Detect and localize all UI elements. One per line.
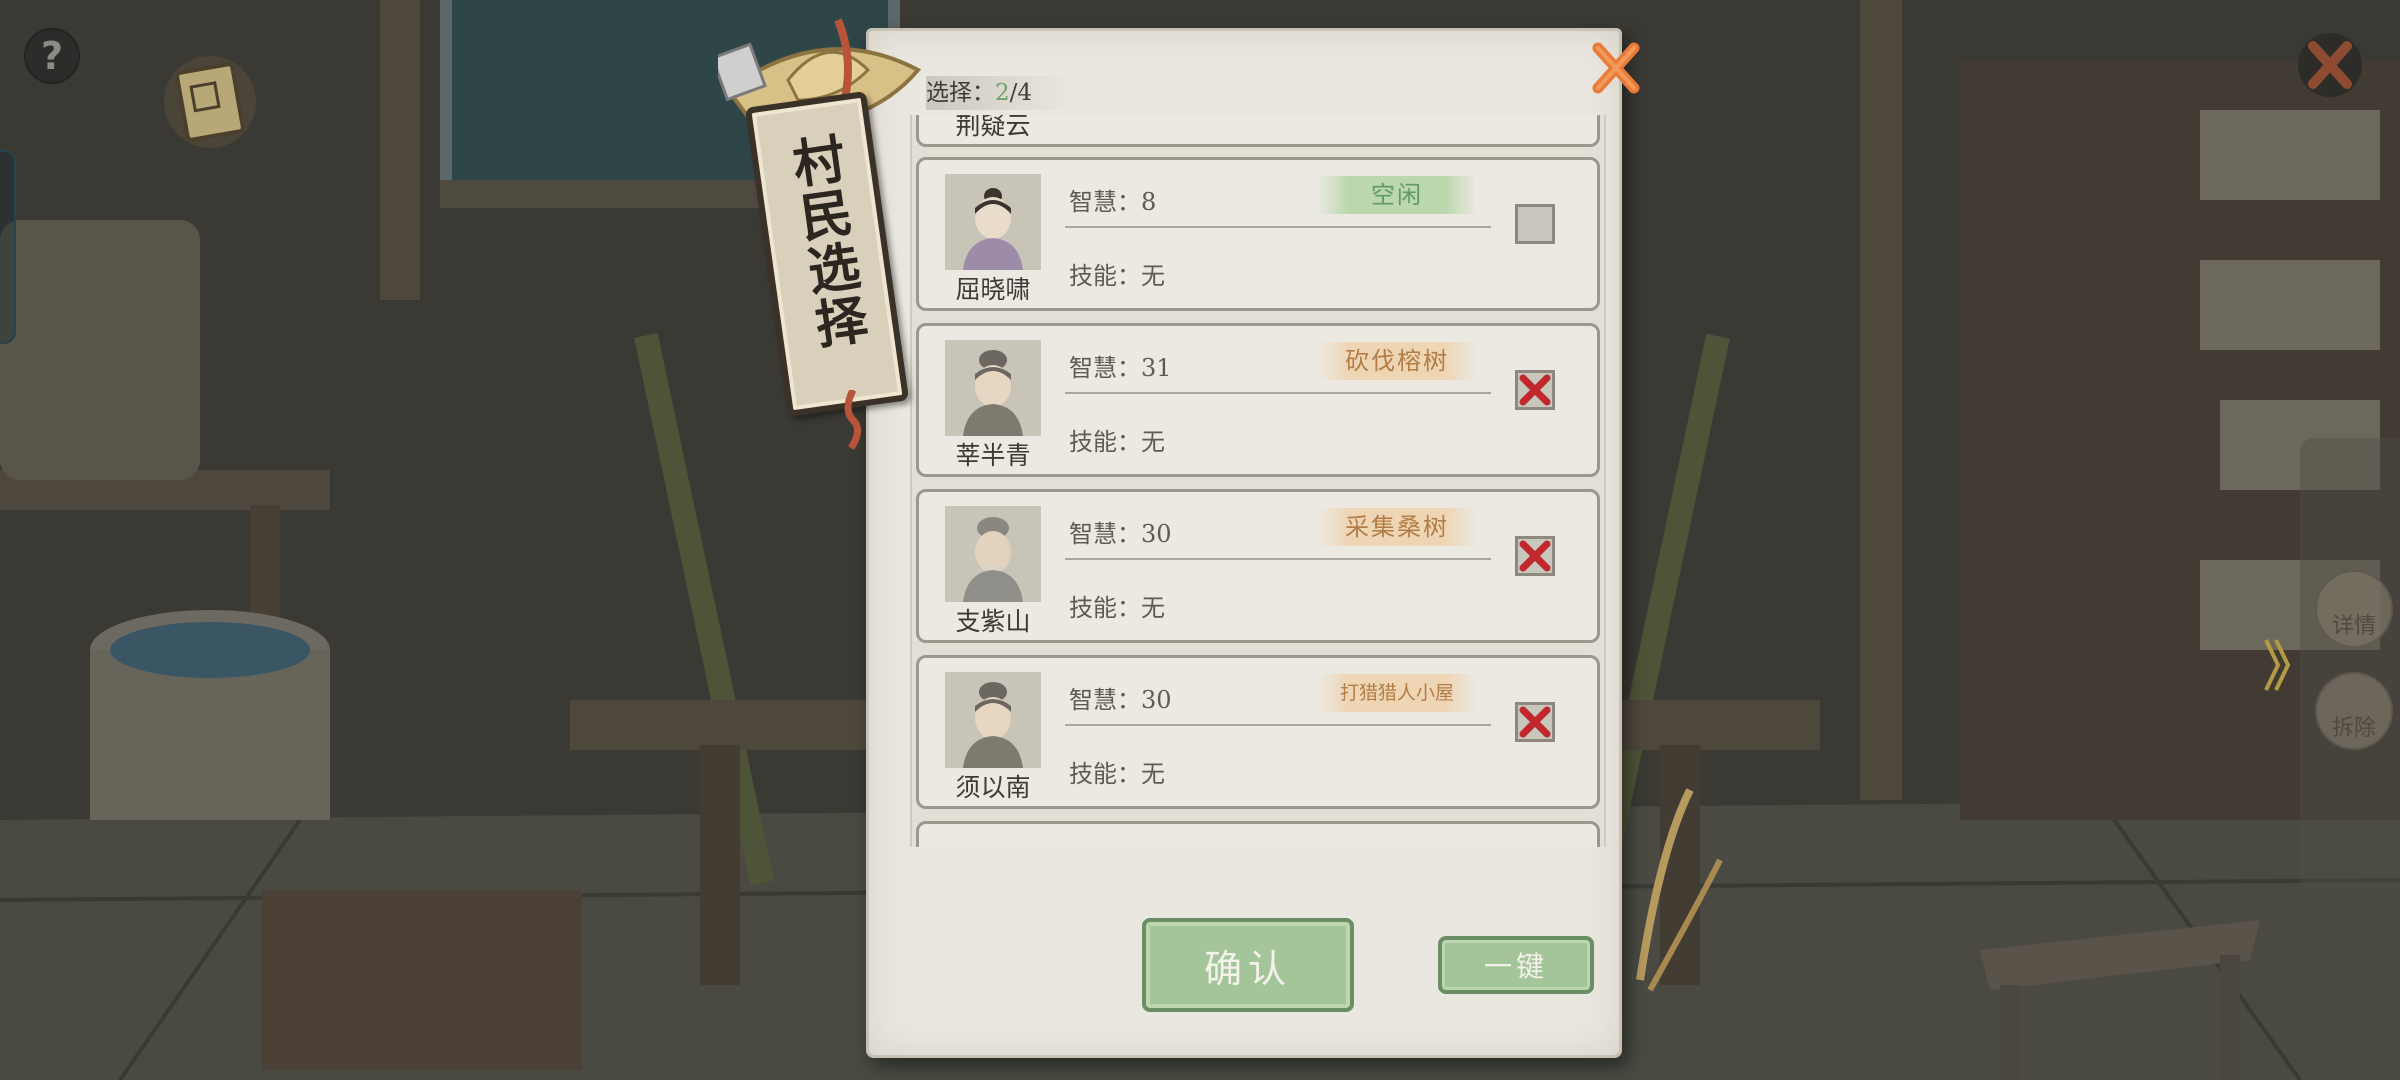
confirm-button[interactable]: 确认: [1142, 918, 1354, 1012]
villager-card[interactable]: 莘半青 智慧：31 技能：无 砍伐榕树: [916, 323, 1600, 477]
selected-count: 2: [995, 80, 1010, 106]
villager-portrait: [945, 506, 1041, 602]
selection-prefix: 选择：: [926, 80, 995, 106]
red-x-check-icon: [1519, 706, 1551, 738]
wisdom-stat: 智慧：30: [1069, 520, 1172, 548]
demolish-button[interactable]: 拆除: [2315, 672, 2393, 750]
divider: [1065, 724, 1491, 726]
question-icon: ?: [40, 34, 64, 78]
villager-portrait: [945, 174, 1041, 270]
dialog-title: 村民选择: [780, 130, 871, 354]
villager-name: 须以南: [955, 773, 1031, 802]
status-badge: 采集桑树: [1317, 508, 1477, 546]
villager-card[interactable]: 须以南 智慧：30 技能：无 打猎猎人小屋: [916, 655, 1600, 809]
villager-card[interactable]: 支紫山 智慧：30 技能：无 采集桑树: [916, 489, 1600, 643]
confirm-label: 确认: [1203, 946, 1292, 991]
close-scene-button[interactable]: [2295, 30, 2365, 100]
detail-button[interactable]: 详情: [2315, 570, 2393, 648]
side-panel-toggle[interactable]: [2262, 630, 2292, 700]
villager-name: 支紫山: [955, 607, 1031, 636]
wisdom-stat: 智慧：30: [1069, 686, 1172, 714]
villager-card[interactable]: 屈晓啸 智慧：8 技能：无 空闲: [916, 157, 1600, 311]
villager-card-partial[interactable]: 荆疑云: [916, 115, 1600, 147]
detail-label: 详情: [2331, 614, 2376, 639]
red-x-check-icon: [1519, 374, 1551, 406]
status-badge: 砍伐榕树: [1317, 342, 1477, 380]
villager-portrait: [945, 340, 1041, 436]
villager-list[interactable]: 荆疑云 屈晓啸 智慧：8 技能：无 空闲 莘半青 智慧：31 技能：无 砍伐榕树: [910, 115, 1606, 847]
status-badge: 空闲: [1317, 176, 1477, 214]
one-key-label: 一键: [1483, 950, 1548, 983]
selection-counter: 选择：2/4: [926, 76, 1073, 110]
ledger-book-button[interactable]: [160, 50, 260, 155]
skill-stat: 技能：无: [1069, 262, 1165, 290]
ledger-book-icon: [164, 56, 256, 148]
divider: [1065, 558, 1491, 560]
close-icon: [1592, 42, 1640, 94]
close-dialog-button[interactable]: [1586, 38, 1646, 98]
skill-stat: 技能：无: [1069, 760, 1165, 788]
status-badge: 打猎猎人小屋: [1317, 674, 1477, 712]
select-checkbox[interactable]: [1515, 370, 1555, 410]
select-checkbox[interactable]: [1515, 536, 1555, 576]
red-tassel-icon: [844, 390, 861, 450]
divider: [1065, 226, 1491, 228]
left-drawer-tab[interactable]: [0, 150, 16, 344]
double-chevron-right-icon: [2264, 639, 2291, 691]
villager-name: 荆疑云: [955, 115, 1031, 140]
red-x-check-icon: [1519, 540, 1551, 572]
select-checkbox[interactable]: [1515, 204, 1555, 244]
side-panel: [2300, 438, 2400, 890]
wisdom-stat: 智慧：31: [1069, 354, 1172, 382]
demolish-label: 拆除: [2331, 716, 2376, 741]
title-sign: 村民选择: [718, 10, 928, 450]
select-checkbox[interactable]: [1515, 702, 1555, 742]
villager-portrait: [945, 672, 1041, 768]
villager-name: 莘半青: [955, 441, 1031, 470]
wisdom-stat: 智慧：8: [1069, 188, 1157, 216]
skill-stat: 技能：无: [1069, 594, 1165, 622]
one-key-button[interactable]: 一键: [1438, 936, 1594, 994]
divider: [1065, 392, 1491, 394]
villager-name: 屈晓啸: [955, 275, 1031, 304]
close-x-icon: [2298, 33, 2362, 97]
capacity-count: 4: [1017, 80, 1033, 106]
villager-card-partial[interactable]: [916, 821, 1600, 847]
skill-stat: 技能：无: [1069, 428, 1165, 456]
help-button[interactable]: ?: [26, 30, 78, 82]
